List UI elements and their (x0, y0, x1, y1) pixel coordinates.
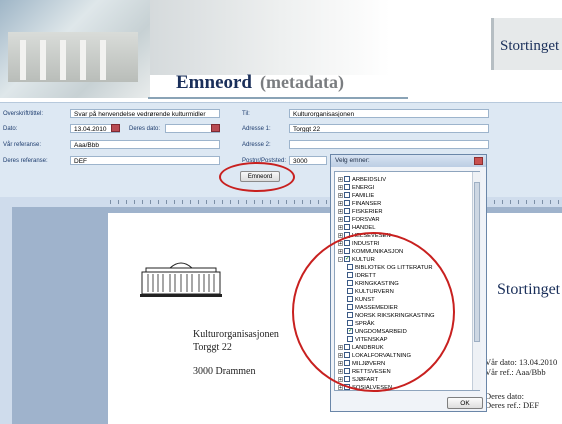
topic-checkbox[interactable] (344, 176, 350, 183)
til-field[interactable]: Kulturorganisasjonen (289, 109, 489, 118)
topic-checkbox[interactable] (344, 184, 350, 191)
expand-icon[interactable]: + (338, 176, 343, 182)
page-title: Emneord (metadata) (176, 72, 344, 94)
til-label: Til: (242, 111, 250, 117)
expand-icon[interactable]: + (338, 200, 343, 206)
column-shape (40, 40, 46, 80)
document-logo: Stortinget (497, 281, 561, 298)
column-shape (80, 40, 86, 80)
calendar-icon[interactable] (111, 124, 120, 132)
topic-checkbox[interactable] (344, 208, 350, 215)
topic-item[interactable]: + FINANSER (338, 200, 381, 208)
highlight-circle (292, 232, 455, 392)
recipient-name: Kulturorganisasjonen (193, 329, 279, 340)
header-banner (150, 0, 390, 75)
expand-icon[interactable]: + (338, 192, 343, 198)
topic-item[interactable]: + ARBEIDSLIV (338, 176, 386, 184)
dialog-scrollbar[interactable] (472, 172, 481, 390)
topic-item[interactable]: + FAMILIE (338, 192, 374, 200)
recipient-street: Torggt 22 (193, 342, 232, 353)
adresse1-field[interactable]: Torggt 22 (289, 124, 489, 133)
deres-dato-label: Deres dato: (129, 126, 161, 132)
expand-icon[interactable]: + (338, 224, 343, 230)
deres-ref-text: Deres ref.: DEF (485, 400, 540, 410)
expand-icon[interactable]: + (338, 208, 343, 214)
dialog-titlebar[interactable]: Velg emner: (331, 155, 486, 167)
title-main: Emneord (176, 72, 252, 93)
close-icon[interactable] (474, 157, 483, 165)
header-photo (0, 0, 150, 98)
column-shape (60, 40, 66, 80)
overskrift-field[interactable]: Svar på henvendelse vedrørende kulturmid… (70, 109, 220, 118)
recipient-city: 3000 Drammen (193, 366, 256, 377)
topic-label: FISKERIER (352, 209, 383, 215)
var-ref-field[interactable]: Aaa/Bbb (70, 140, 220, 149)
deres-ref-field[interactable]: DEF (70, 156, 220, 165)
adresse1-label: Adresse 1: (242, 126, 271, 132)
topic-item[interactable]: + HANDEL (338, 224, 376, 232)
dialog-title: Velg emner: (335, 157, 370, 164)
topic-label: FORSVAR (352, 217, 380, 223)
var-ref-label: Vår referanse: (3, 142, 42, 148)
topic-item[interactable]: + ENERGI (338, 184, 374, 192)
topic-label: ARBEIDSLIV (352, 177, 387, 183)
adresse2-label: Adresse 2: (242, 142, 271, 148)
topic-checkbox[interactable] (344, 192, 350, 199)
topic-label: FINANSER (352, 201, 382, 207)
highlight-circle (219, 162, 295, 192)
expand-icon[interactable]: + (338, 216, 343, 222)
overskrift-label: Overskrift/tittel: (3, 111, 44, 117)
postnr-field[interactable]: 3000 (289, 156, 327, 165)
var-ref-text: Vår ref.: Aaa/Bbb (485, 367, 546, 377)
topic-label: HANDEL (352, 225, 376, 231)
topic-label: FAMILIE (352, 193, 375, 199)
deres-ref-label: Deres referanse: (3, 158, 48, 164)
topic-checkbox[interactable] (344, 216, 350, 223)
parliament-building-icon (140, 262, 222, 297)
topic-checkbox[interactable] (344, 224, 350, 231)
ok-button[interactable]: OK (447, 397, 483, 409)
var-dato-text: Vår dato: 13.04.2010 (485, 357, 558, 367)
title-subtitle: (metadata) (260, 72, 344, 92)
topic-item[interactable]: + FISKERIER (338, 208, 383, 216)
header-divider (148, 97, 408, 99)
scrollbar-thumb[interactable] (474, 182, 480, 342)
stortinget-logo: Stortinget (500, 38, 560, 54)
topic-checkbox[interactable] (344, 200, 350, 207)
dato-label: Dato: (3, 126, 18, 132)
column-shape (20, 40, 26, 80)
adresse2-field[interactable] (289, 140, 489, 149)
calendar-icon[interactable] (211, 124, 220, 132)
expand-icon[interactable]: + (338, 184, 343, 190)
topic-item[interactable]: + FORSVAR (338, 216, 380, 224)
column-shape (100, 40, 106, 80)
building-image (8, 32, 138, 82)
topic-label: ENERGI (352, 185, 375, 191)
